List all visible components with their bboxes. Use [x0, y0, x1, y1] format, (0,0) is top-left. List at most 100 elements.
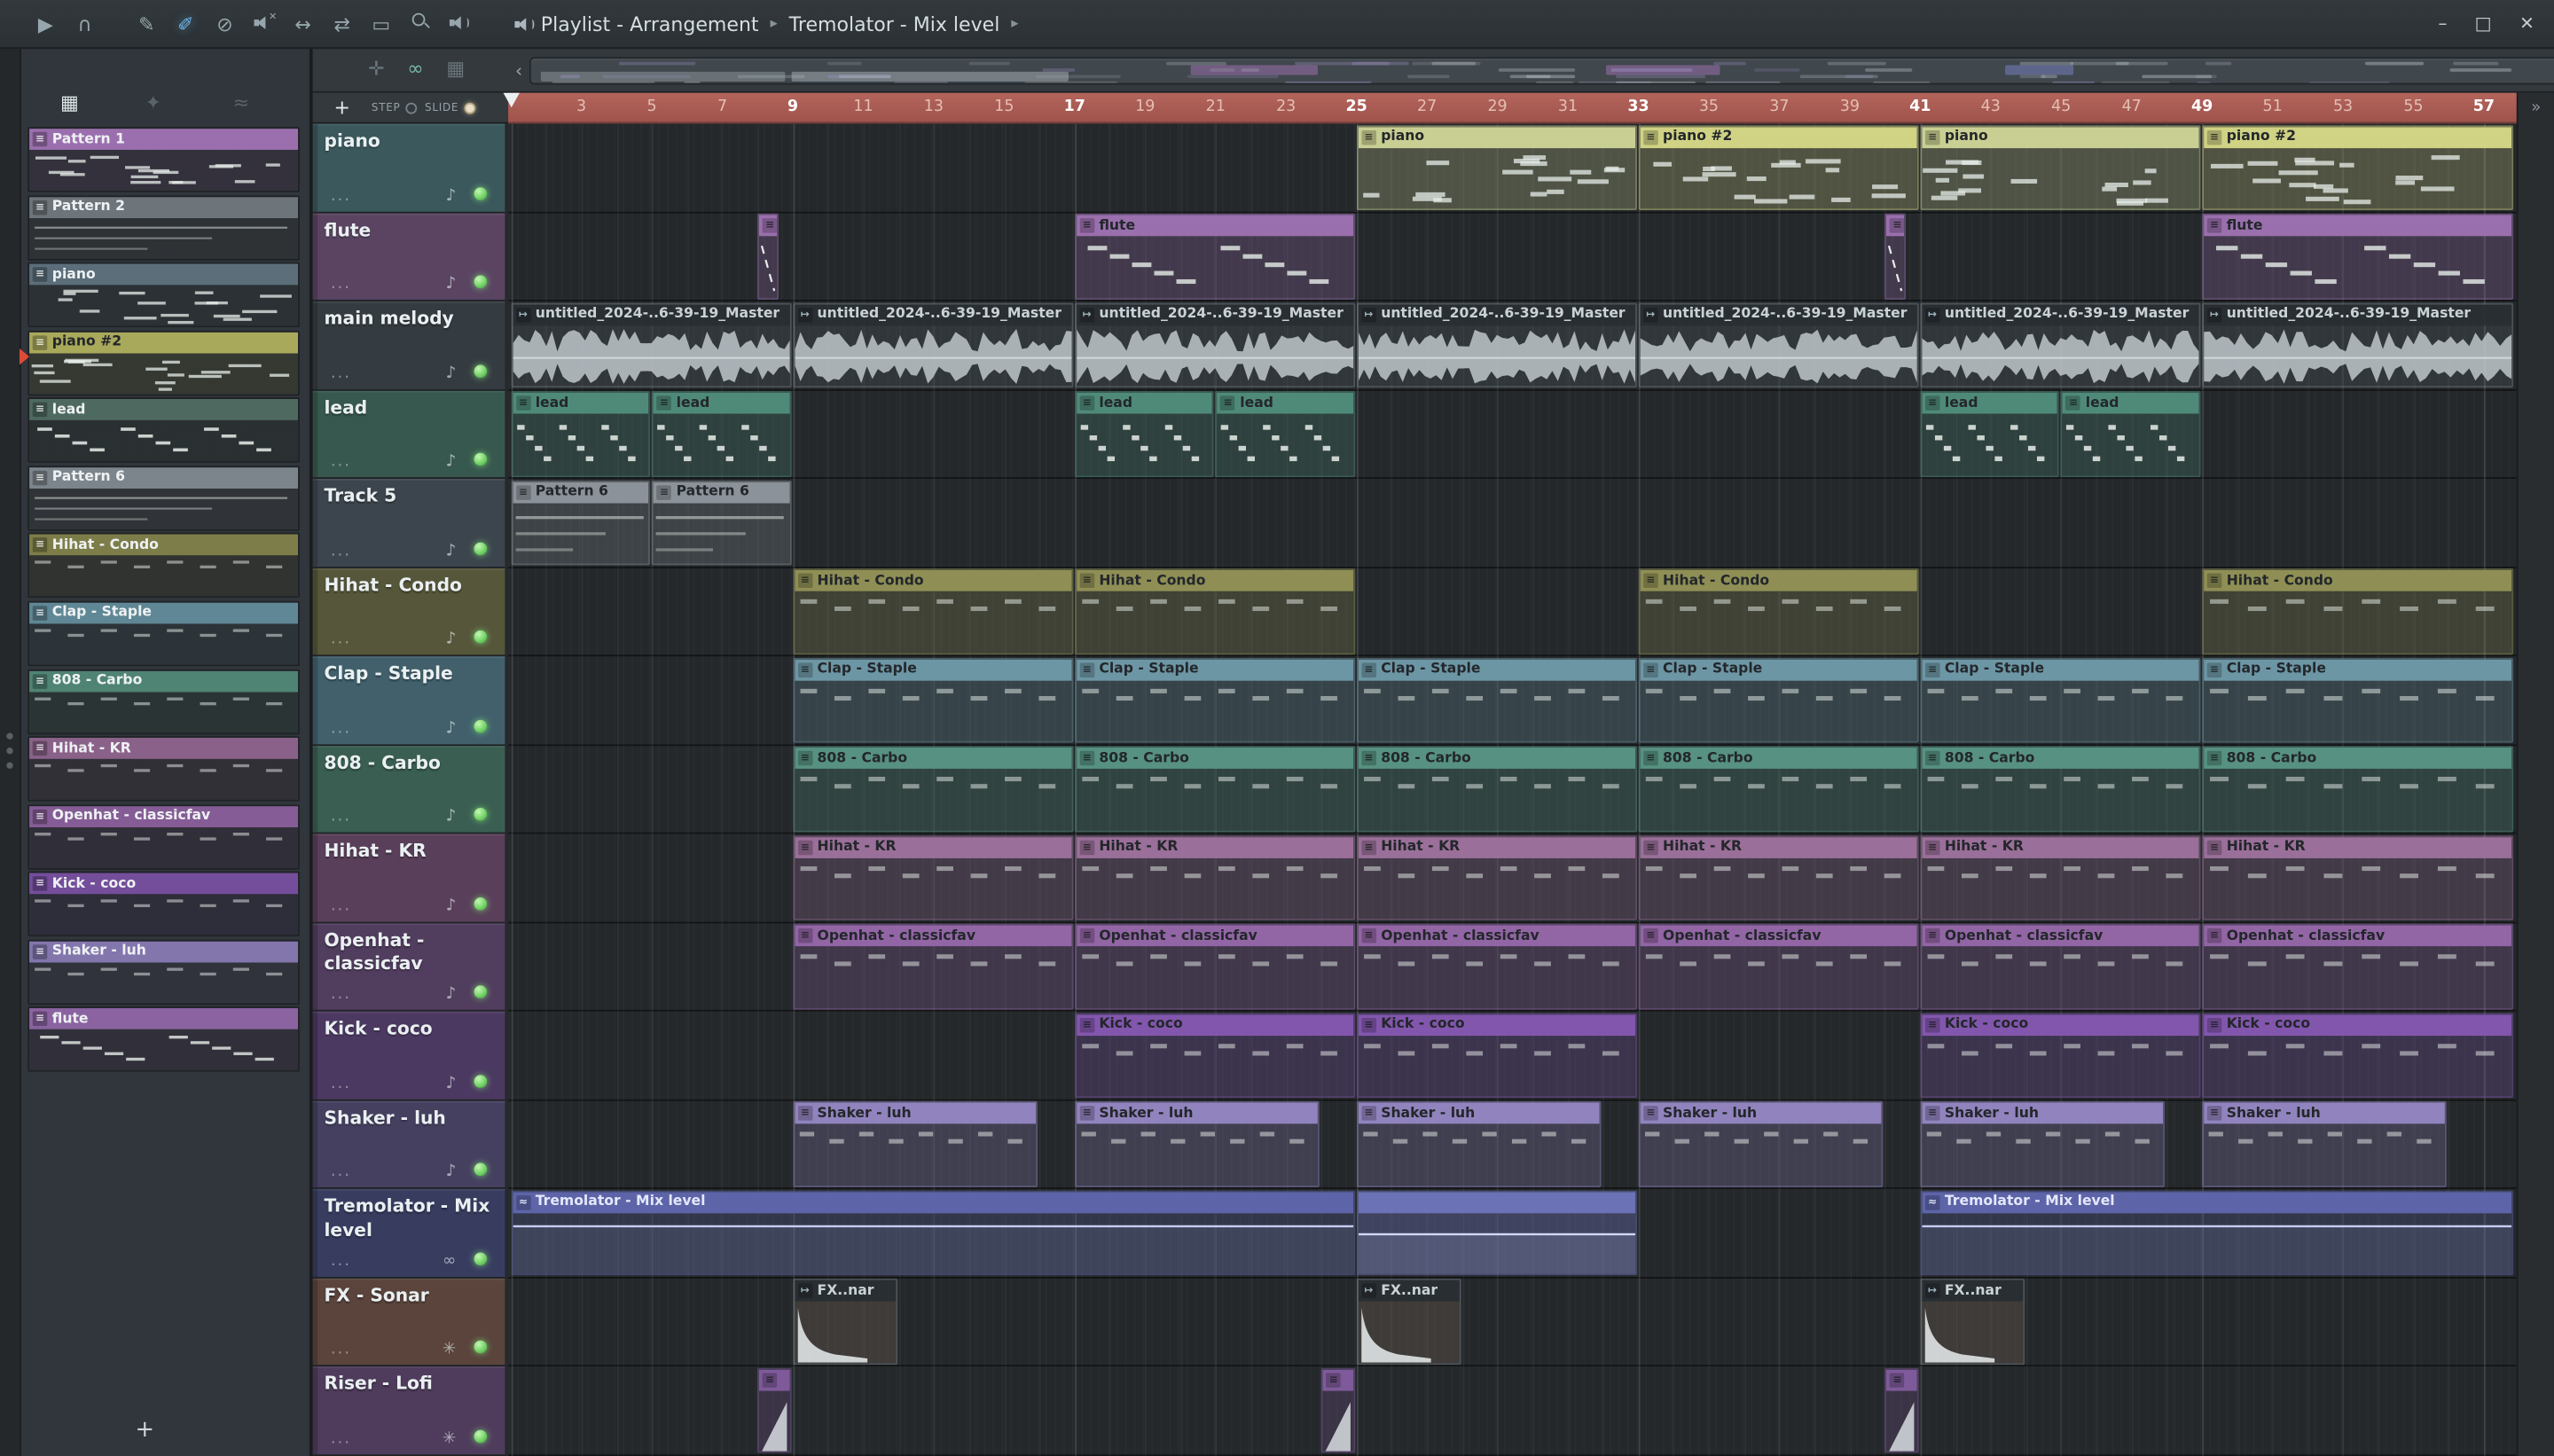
clip-untitled-2024-6-39-19-master[interactable]: ↦ untitled_2024-..6-39-19_Master — [1638, 301, 1919, 388]
clip-openhat-classicfav[interactable]: ≡ Openhat - classicfav — [1074, 923, 1355, 1010]
slide-tool-icon[interactable]: ↔ — [284, 12, 323, 35]
clip-808-carbo[interactable]: ≡ 808 - Carbo — [1638, 746, 1919, 833]
clip-kick-coco[interactable]: ≡ Kick - coco — [1356, 1013, 1637, 1099]
clip-piano-2[interactable]: ≡ piano #2 — [1638, 124, 1919, 210]
slip-tool-icon[interactable]: ✎ — [127, 12, 166, 35]
clip-untitled-2024-6-39-19-master[interactable]: ↦ untitled_2024-..6-39-19_Master — [792, 301, 1073, 388]
clip-untitled-2024-6-39-19-master[interactable]: ↦ untitled_2024-..6-39-19_Master — [1074, 301, 1355, 388]
clip-808-carbo[interactable]: ≡ 808 - Carbo — [792, 746, 1073, 833]
step-toggle[interactable] — [404, 101, 417, 114]
pattern-item-808-carbo[interactable]: ≡ 808 - Carbo — [27, 669, 300, 734]
clip-hihat-condo[interactable]: ≡ Hihat - Condo — [2202, 568, 2514, 654]
track-enable-led[interactable] — [474, 186, 488, 200]
pattern-star-icon[interactable]: ✦ — [145, 91, 161, 114]
playhead-marker[interactable] — [503, 92, 521, 108]
swap-tool-icon[interactable]: ⇄ — [323, 12, 362, 35]
zoom-tool-icon[interactable] — [401, 12, 440, 36]
clip-hihat-kr[interactable]: ≡ Hihat - KR — [2202, 834, 2514, 921]
clip-hihat-kr[interactable]: ≡ Hihat - KR — [792, 834, 1073, 921]
track-header-openhat-classicfav[interactable]: Openhat - classicfav ··· ♪ — [312, 923, 505, 1011]
clip-hihat-kr[interactable]: ≡ Hihat - KR — [1074, 834, 1355, 921]
clip-openhat-classicfav[interactable]: ≡ Openhat - classicfav — [2202, 923, 2514, 1010]
clip-shaker-luh[interactable]: ≡ Shaker - luh — [792, 1101, 1038, 1187]
select-tool-icon[interactable]: ▭ — [362, 12, 401, 35]
clip-flute[interactable]: ≡ flute — [2202, 213, 2514, 300]
pattern-item-piano-2[interactable]: ≡ piano #2 — [27, 330, 300, 395]
track-header-hihat-kr[interactable]: Hihat - KR ··· ♪ — [312, 834, 505, 922]
pattern-wave-icon[interactable]: ≈ — [233, 91, 249, 114]
pattern-item-clap-staple[interactable]: ≡ Clap - Staple — [27, 600, 300, 667]
pattern-item-piano[interactable]: ≡ piano — [27, 262, 300, 328]
move-tool-icon[interactable]: ✛ — [368, 57, 384, 80]
clip-lead[interactable]: ≡ lead — [511, 390, 651, 477]
track-enable-led[interactable] — [474, 364, 488, 378]
playlist-grid[interactable]: ≡ piano ≡ piano #2 ≡ piano ≡ piano #2 ≡ ≡ flute ≡ ≡ f… — [508, 123, 2517, 1456]
clip-hihat-kr[interactable]: ≡ Hihat - KR — [1920, 834, 2201, 921]
track-enable-led[interactable] — [474, 452, 488, 466]
pattern-item-openhat-classicfav[interactable]: ≡ Openhat - classicfav — [27, 803, 300, 870]
maximize-button[interactable]: □ — [2475, 13, 2492, 35]
slide-toggle[interactable] — [463, 101, 475, 114]
clip-flute[interactable]: ≡ — [1884, 213, 1907, 300]
clip-hihat-kr[interactable]: ≡ Hihat - KR — [1638, 834, 1919, 921]
pattern-item-hihat-condo[interactable]: ≡ Hihat - Condo — [27, 533, 300, 599]
pattern-item-pattern-1[interactable]: ≡ Pattern 1 — [27, 127, 300, 192]
clip-hihat-condo[interactable]: ≡ Hihat - Condo — [1638, 568, 1919, 654]
clip-openhat-classicfav[interactable]: ≡ Openhat - classicfav — [1638, 923, 1919, 1010]
minimize-button[interactable]: – — [2438, 13, 2447, 35]
playlist-h-scrollbar[interactable]: ‹ › — [508, 55, 2554, 86]
pattern-item-pattern-2[interactable]: ≡ Pattern 2 — [27, 194, 300, 261]
clip-lead[interactable]: ≡ lead — [1215, 390, 1355, 477]
breadcrumb-item-selection[interactable]: Tremolator - Mix level — [789, 12, 1000, 35]
track-enable-led[interactable] — [474, 541, 488, 555]
clip-fx-nar[interactable]: ↦ FX..nar — [792, 1279, 897, 1366]
clip-tremolator-mix-level[interactable]: ≈ Tremolator - Mix level — [511, 1190, 1355, 1276]
playback-tool-icon[interactable] — [440, 12, 479, 35]
track-header-tremolator-mix-level[interactable]: Tremolator - Mix level ··· ∞ — [312, 1189, 505, 1277]
track-header-hihat-condo[interactable]: Hihat - Condo ··· ♪ — [312, 568, 505, 655]
clip-flute[interactable]: ≡ — [757, 213, 780, 300]
clip-shaker-luh[interactable]: ≡ Shaker - luh — [2202, 1101, 2448, 1187]
clip-lead[interactable]: ≡ lead — [2061, 390, 2201, 477]
track-header-piano[interactable]: piano ··· ♪ — [312, 123, 505, 211]
clip-untitled-2024-6-39-19-master[interactable]: ↦ untitled_2024-..6-39-19_Master — [2202, 301, 2514, 388]
clip-piano[interactable]: ≡ piano — [1920, 124, 2201, 210]
headphones-icon[interactable]: ∩ — [65, 12, 104, 35]
track-enable-led[interactable] — [474, 1252, 488, 1265]
track-enable-led[interactable] — [474, 808, 488, 822]
track-enable-led[interactable] — [474, 1341, 488, 1355]
clip-shaker-luh[interactable]: ≡ Shaker - luh — [1074, 1101, 1320, 1187]
clip-clap-staple[interactable]: ≡ Clap - Staple — [2202, 657, 2514, 743]
pattern-item-pattern-6[interactable]: ≡ Pattern 6 — [27, 466, 300, 531]
clip-kick-coco[interactable]: ≡ Kick - coco — [1074, 1013, 1355, 1099]
pattern-item-lead[interactable]: ≡ lead — [27, 397, 300, 464]
clip-clap-staple[interactable]: ≡ Clap - Staple — [792, 657, 1073, 743]
track-header-808-carbo[interactable]: 808 - Carbo ··· ♪ — [312, 745, 505, 834]
track-header-flute[interactable]: flute ··· ♪ — [312, 212, 505, 301]
window-tool-icon[interactable]: ▦ — [446, 57, 465, 80]
track-enable-led[interactable] — [474, 1074, 488, 1088]
track-enable-led[interactable] — [474, 985, 488, 999]
draw-tool-icon[interactable]: ✐ — [166, 12, 205, 35]
clip-clap-staple[interactable]: ≡ Clap - Staple — [1356, 657, 1637, 743]
pattern-item-kick-coco[interactable]: ≡ Kick - coco — [27, 872, 300, 937]
clip-tremolator-mix-level[interactable]: ≈ Tremolator - Mix level — [1920, 1190, 2514, 1276]
clip-riser-lofi[interactable]: ≡ — [1884, 1367, 1919, 1454]
clip-untitled-2024-6-39-19-master[interactable]: ↦ untitled_2024-..6-39-19_Master — [511, 301, 792, 388]
pattern-item-flute[interactable]: ≡ flute — [27, 1006, 300, 1073]
clip-pattern-6[interactable]: ≡ Pattern 6 — [652, 480, 792, 566]
clip-hihat-condo[interactable]: ≡ Hihat - Condo — [1074, 568, 1355, 654]
right-scroll-gutter[interactable]: » — [2516, 92, 2554, 1456]
clip-kick-coco[interactable]: ≡ Kick - coco — [1920, 1013, 2201, 1099]
clip-808-carbo[interactable]: ≡ 808 - Carbo — [1074, 746, 1355, 833]
clip-shaker-luh[interactable]: ≡ Shaker - luh — [1356, 1101, 1602, 1187]
track-header-fx-sonar[interactable]: FX - Sonar ··· ✳ — [312, 1278, 505, 1366]
pattern-item-hihat-kr[interactable]: ≡ Hihat - KR — [27, 736, 300, 802]
clip-clap-staple[interactable]: ≡ Clap - Staple — [1074, 657, 1355, 743]
clip-pattern-6[interactable]: ≡ Pattern 6 — [511, 480, 651, 566]
track-enable-led[interactable] — [474, 630, 488, 644]
clip-clap-staple[interactable]: ≡ Clap - Staple — [1920, 657, 2201, 743]
clip-shaker-luh[interactable]: ≡ Shaker - luh — [1638, 1101, 1884, 1187]
clip-openhat-classicfav[interactable]: ≡ Openhat - classicfav — [1920, 923, 2201, 1010]
clip-tremolator-mix-level[interactable] — [1356, 1190, 1637, 1276]
